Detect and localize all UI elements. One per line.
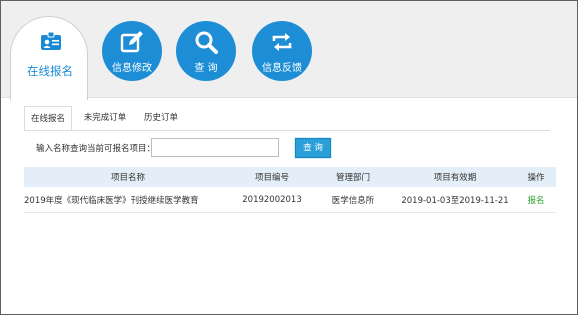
department-cell: 医学信息所 [312,187,394,213]
action-cell: 报名 [516,187,556,213]
search-button[interactable]: 查 询 [295,138,331,158]
search-input[interactable] [151,138,279,157]
project-code-cell: 20192002013 [232,187,312,213]
project-table: 项目名称 项目编号 管理部门 项目有效期 操作 2019年度《现代临床医学》刊授… [24,167,556,213]
nav-query-label: 查 询 [194,63,218,74]
tab-label: 未完成订单 [83,113,127,123]
column-header: 项目名称 [24,167,232,187]
column-header: 项目编号 [232,167,312,187]
table-header-row: 项目名称 项目编号 管理部门 项目有效期 操作 [24,167,556,187]
table-row: 2019年度《现代临床医学》刊授继续医学教育 20192002013 医学信息所… [24,187,556,213]
register-link[interactable]: 报名 [527,196,544,206]
search-label: 输入名称查询当前可报名项目： [36,144,156,154]
nav-edit-info-button[interactable]: 信息修改 [102,21,162,81]
top-navigation-bar: 在线报名 信息修改 查 询 信息反馈 [1,1,577,100]
nav-feedback-button[interactable]: 信息反馈 [252,21,312,81]
tab-online-registration[interactable]: 在线报名 [24,106,72,131]
tab-label: 历史订单 [143,113,178,123]
column-header: 项目有效期 [394,167,516,187]
registration-badge-icon [41,31,61,50]
nav-feedback-label: 信息反馈 [262,63,302,74]
tab-unfinished-orders[interactable]: 未完成订单 [80,106,130,130]
nav-online-registration[interactable]: 在线报名 [10,16,88,100]
project-name-cell: 2019年度《现代临床医学》刊授继续医学教育 [24,187,232,213]
edit-icon [120,31,143,53]
tab-divider [24,130,550,131]
tab-order-history[interactable]: 历史订单 [138,106,184,130]
nav-query-button[interactable]: 查 询 [176,21,236,81]
column-header: 操作 [516,167,556,187]
validity-period-cell: 2019-01-03至2019-11-21 [394,187,516,213]
tab-label: 在线报名 [30,114,65,124]
column-header: 管理部门 [312,167,394,187]
nav-edit-info-label: 信息修改 [112,63,152,74]
nav-online-registration-label: 在线报名 [27,64,73,78]
feedback-refresh-icon [272,33,292,51]
search-icon [195,31,218,54]
